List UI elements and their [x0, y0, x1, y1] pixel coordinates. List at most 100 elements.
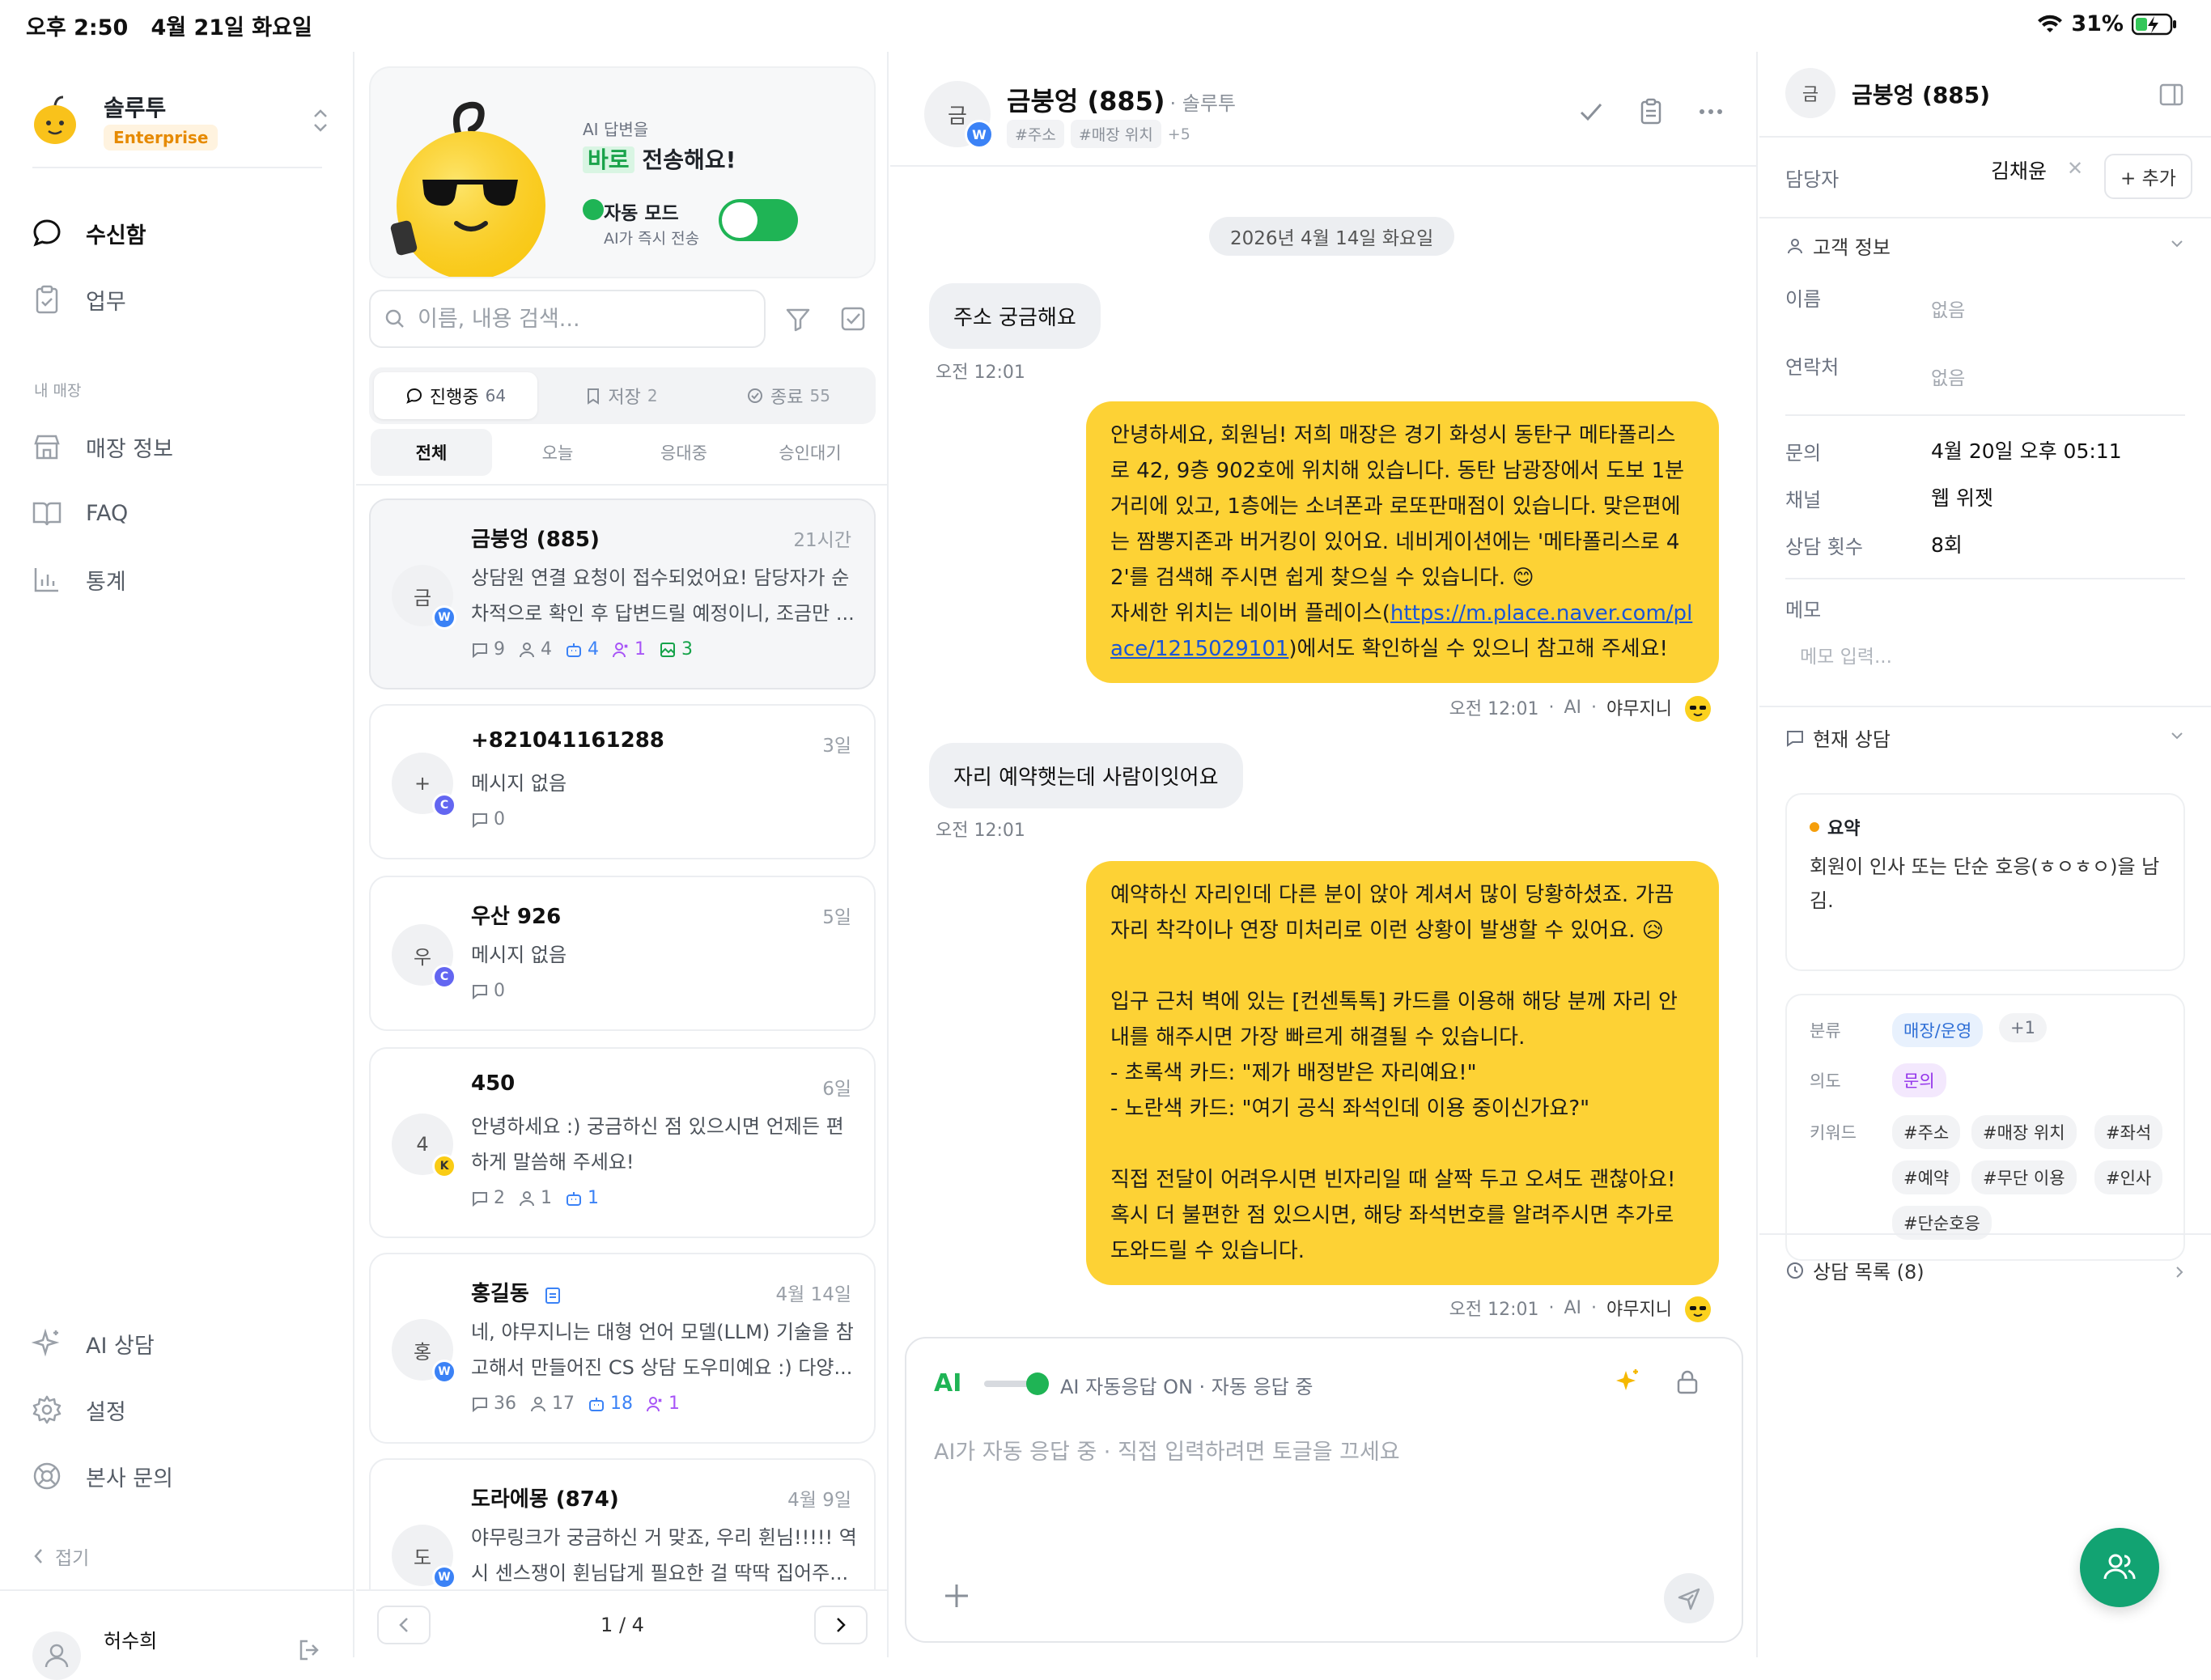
logout-icon[interactable] — [296, 1636, 324, 1664]
section-my-store: 내 매장 — [34, 382, 82, 400]
keyword-chip[interactable]: #예약 — [1892, 1160, 1961, 1194]
nav-stats[interactable]: 통계 — [31, 563, 126, 596]
chat-panel: 금 W 금붕엉 (885) · 솔루투 #주소 #매장 위치 +5 2026년 4… — [890, 52, 1758, 1657]
filter-icon[interactable] — [783, 304, 813, 333]
field-label: 채널 — [1785, 489, 1822, 511]
nav-ai-consult[interactable]: AI 상담 — [31, 1327, 155, 1360]
conversation-card[interactable]: + C +821041161288 3일 메시지 없음 0 — [369, 704, 876, 859]
bot-avatar-icon — [1685, 696, 1711, 722]
participant-count: 1 — [518, 1188, 552, 1208]
ai-auto-reply-toggle[interactable] — [984, 1372, 1049, 1395]
outgoing-message: 안녕하세요, 회원님! 저희 매장은 경기 화성시 동탄구 메타폴리스로 42,… — [1086, 401, 1719, 683]
sparkle-icon[interactable] — [1612, 1366, 1643, 1397]
person-icon — [1788, 238, 1802, 253]
subtab-all[interactable]: 전체 — [371, 429, 492, 476]
consult-history-link[interactable]: 상담 목록 (8) — [1785, 1256, 1925, 1284]
category-more-chip[interactable]: +1 — [1999, 1013, 2047, 1042]
search-box[interactable] — [369, 290, 766, 348]
nav-label: 통계 — [86, 569, 126, 595]
subtab-pending-approval[interactable]: 승인대기 — [749, 429, 871, 476]
message-preview: 메시지 없음 — [471, 772, 567, 795]
message-input[interactable] — [934, 1434, 1711, 1531]
tag-chip[interactable]: #매장 위치 — [1070, 120, 1161, 148]
tab-in-progress[interactable]: 진행중 64 — [374, 372, 537, 419]
field-label: 이름 — [1785, 288, 1822, 311]
tag-chip[interactable]: #주소 — [1007, 120, 1064, 148]
conversation-card[interactable]: 4 K 450 6일 안녕하세요 :) 궁금하신 점 있으시면 언제든 편하게 … — [369, 1047, 876, 1238]
current-consult-section[interactable]: 현재 상담 — [1785, 723, 1891, 752]
mascot-illustration-icon — [390, 101, 545, 277]
nav-tasks[interactable]: 업무 — [31, 283, 126, 316]
more-tags[interactable]: +5 — [1168, 125, 1190, 143]
intent-chip[interactable]: 문의 — [1892, 1063, 1946, 1097]
sidebar: 솔루투 Enterprise 수신함 업무 내 매장 매장 정보 FAQ 통계 … — [0, 52, 354, 1680]
customer-info-section[interactable]: 고객 정보 — [1785, 231, 1891, 260]
last-activity-time: 4월 9일 — [787, 1490, 851, 1511]
bar-chart-icon — [34, 568, 58, 592]
keyword-chip[interactable]: #주소 — [1892, 1115, 1961, 1149]
nav-hq-inquiry[interactable]: 본사 문의 — [31, 1460, 173, 1492]
auto-mode-banner: AI 답변을 바로 전송해요! 자동 모드 AI가 즉시 전송 — [369, 66, 876, 278]
field-label: 문의 — [1785, 442, 1822, 465]
lock-icon[interactable] — [1672, 1366, 1703, 1397]
keywords-label: 키워드 — [1810, 1123, 1857, 1143]
customer-name-value[interactable]: 없음 — [1931, 295, 1965, 322]
search-input[interactable] — [418, 306, 741, 332]
chevron-down-icon[interactable] — [2169, 730, 2185, 741]
add-assignee-button[interactable]: + 추가 — [2104, 154, 2192, 199]
collapse-label: 접기 — [55, 1548, 90, 1569]
conversation-card[interactable]: 도 W 도라에몽 (874) 4월 9일 야무링크가 궁금하신 거 맞죠, 우리… — [369, 1458, 876, 1589]
book-icon — [32, 502, 62, 526]
conversation-card[interactable]: 금 W 금붕엉 (885) 21시간 상담원 연결 요청이 접수되었어요! 담당… — [369, 498, 876, 689]
more-horizontal-icon[interactable] — [1696, 97, 1725, 126]
nav-label: 본사 문의 — [86, 1466, 173, 1491]
keyword-chip[interactable]: #좌석 — [2094, 1115, 2163, 1149]
contact-agent-fab[interactable] — [2080, 1528, 2159, 1607]
keyword-chip[interactable]: #매장 위치 — [1971, 1115, 2077, 1149]
subtab-responding[interactable]: 응대중 — [623, 429, 745, 476]
conversation-card[interactable]: 홍 W 홍길동 4월 14일 네, 야무지니는 대형 언어 모델(LLM) 기술… — [369, 1253, 876, 1444]
nav-inbox[interactable]: 수신함 — [31, 217, 146, 249]
pagination: 1 / 4 — [356, 1589, 889, 1657]
divider — [0, 1589, 354, 1591]
status-bar: 오후 2:50 4월 21일 화요일 31% — [0, 0, 2211, 52]
clipboard-icon — [36, 285, 58, 314]
tab-saved[interactable]: 저장 2 — [541, 372, 702, 419]
next-page-button[interactable] — [814, 1606, 868, 1644]
avatar — [32, 1631, 81, 1680]
conversation-card[interactable]: 우 C 우산 926 5일 메시지 없음 0 — [369, 876, 876, 1031]
collapse-sidebar-button[interactable]: 접기 — [32, 1542, 89, 1570]
clipboard-icon[interactable] — [1636, 97, 1666, 126]
nav-label: AI 상담 — [86, 1333, 155, 1359]
tab-closed[interactable]: 종료 55 — [706, 372, 871, 419]
chevron-right-icon[interactable] — [2174, 1264, 2185, 1280]
clock-icon — [1787, 1262, 1803, 1279]
nav-faq[interactable]: FAQ — [31, 497, 128, 529]
memo-input[interactable]: 메모 입력... — [1800, 641, 1892, 668]
chat-header: 금 W 금붕엉 (885) · 솔루투 #주소 #매장 위치 +5 — [890, 52, 1758, 167]
remove-assignee-icon[interactable]: ✕ — [2067, 157, 2083, 180]
chevron-down-icon[interactable] — [2169, 238, 2185, 249]
auto-mode-toggle[interactable] — [719, 199, 798, 241]
category-chip[interactable]: 매장/운영 — [1892, 1013, 1984, 1047]
checkmark-icon[interactable] — [1577, 97, 1606, 126]
panel-toggle-icon[interactable] — [2158, 81, 2185, 108]
send-button[interactable] — [1664, 1573, 1714, 1623]
nav-store-info[interactable]: 매장 정보 — [31, 431, 173, 463]
subtab-today[interactable]: 오늘 — [497, 429, 618, 476]
keyword-chip[interactable]: #무단 이용 — [1971, 1160, 2077, 1194]
nav-settings[interactable]: 설정 — [31, 1394, 126, 1426]
user-profile[interactable]: 허수희 — [32, 1622, 324, 1680]
select-checkbox-icon[interactable] — [838, 304, 868, 333]
divider — [1785, 578, 2185, 579]
clipboard-icon — [545, 1287, 560, 1304]
tab-count: 64 — [485, 386, 507, 405]
memo-label: 메모 — [1785, 599, 1822, 622]
chat-bubble-icon — [406, 388, 422, 404]
keyword-chip[interactable]: #인사 — [2094, 1160, 2163, 1194]
auto-reply-status: AI 자동응답 ON · 자동 응답 중 — [1060, 1376, 1313, 1398]
customer-phone-value[interactable]: 없음 — [1931, 363, 1965, 390]
workspace-switcher[interactable]: 솔루투 Enterprise — [31, 83, 330, 163]
banner-headline-text: 전송해요! — [642, 146, 736, 173]
plus-icon[interactable] — [942, 1581, 971, 1610]
